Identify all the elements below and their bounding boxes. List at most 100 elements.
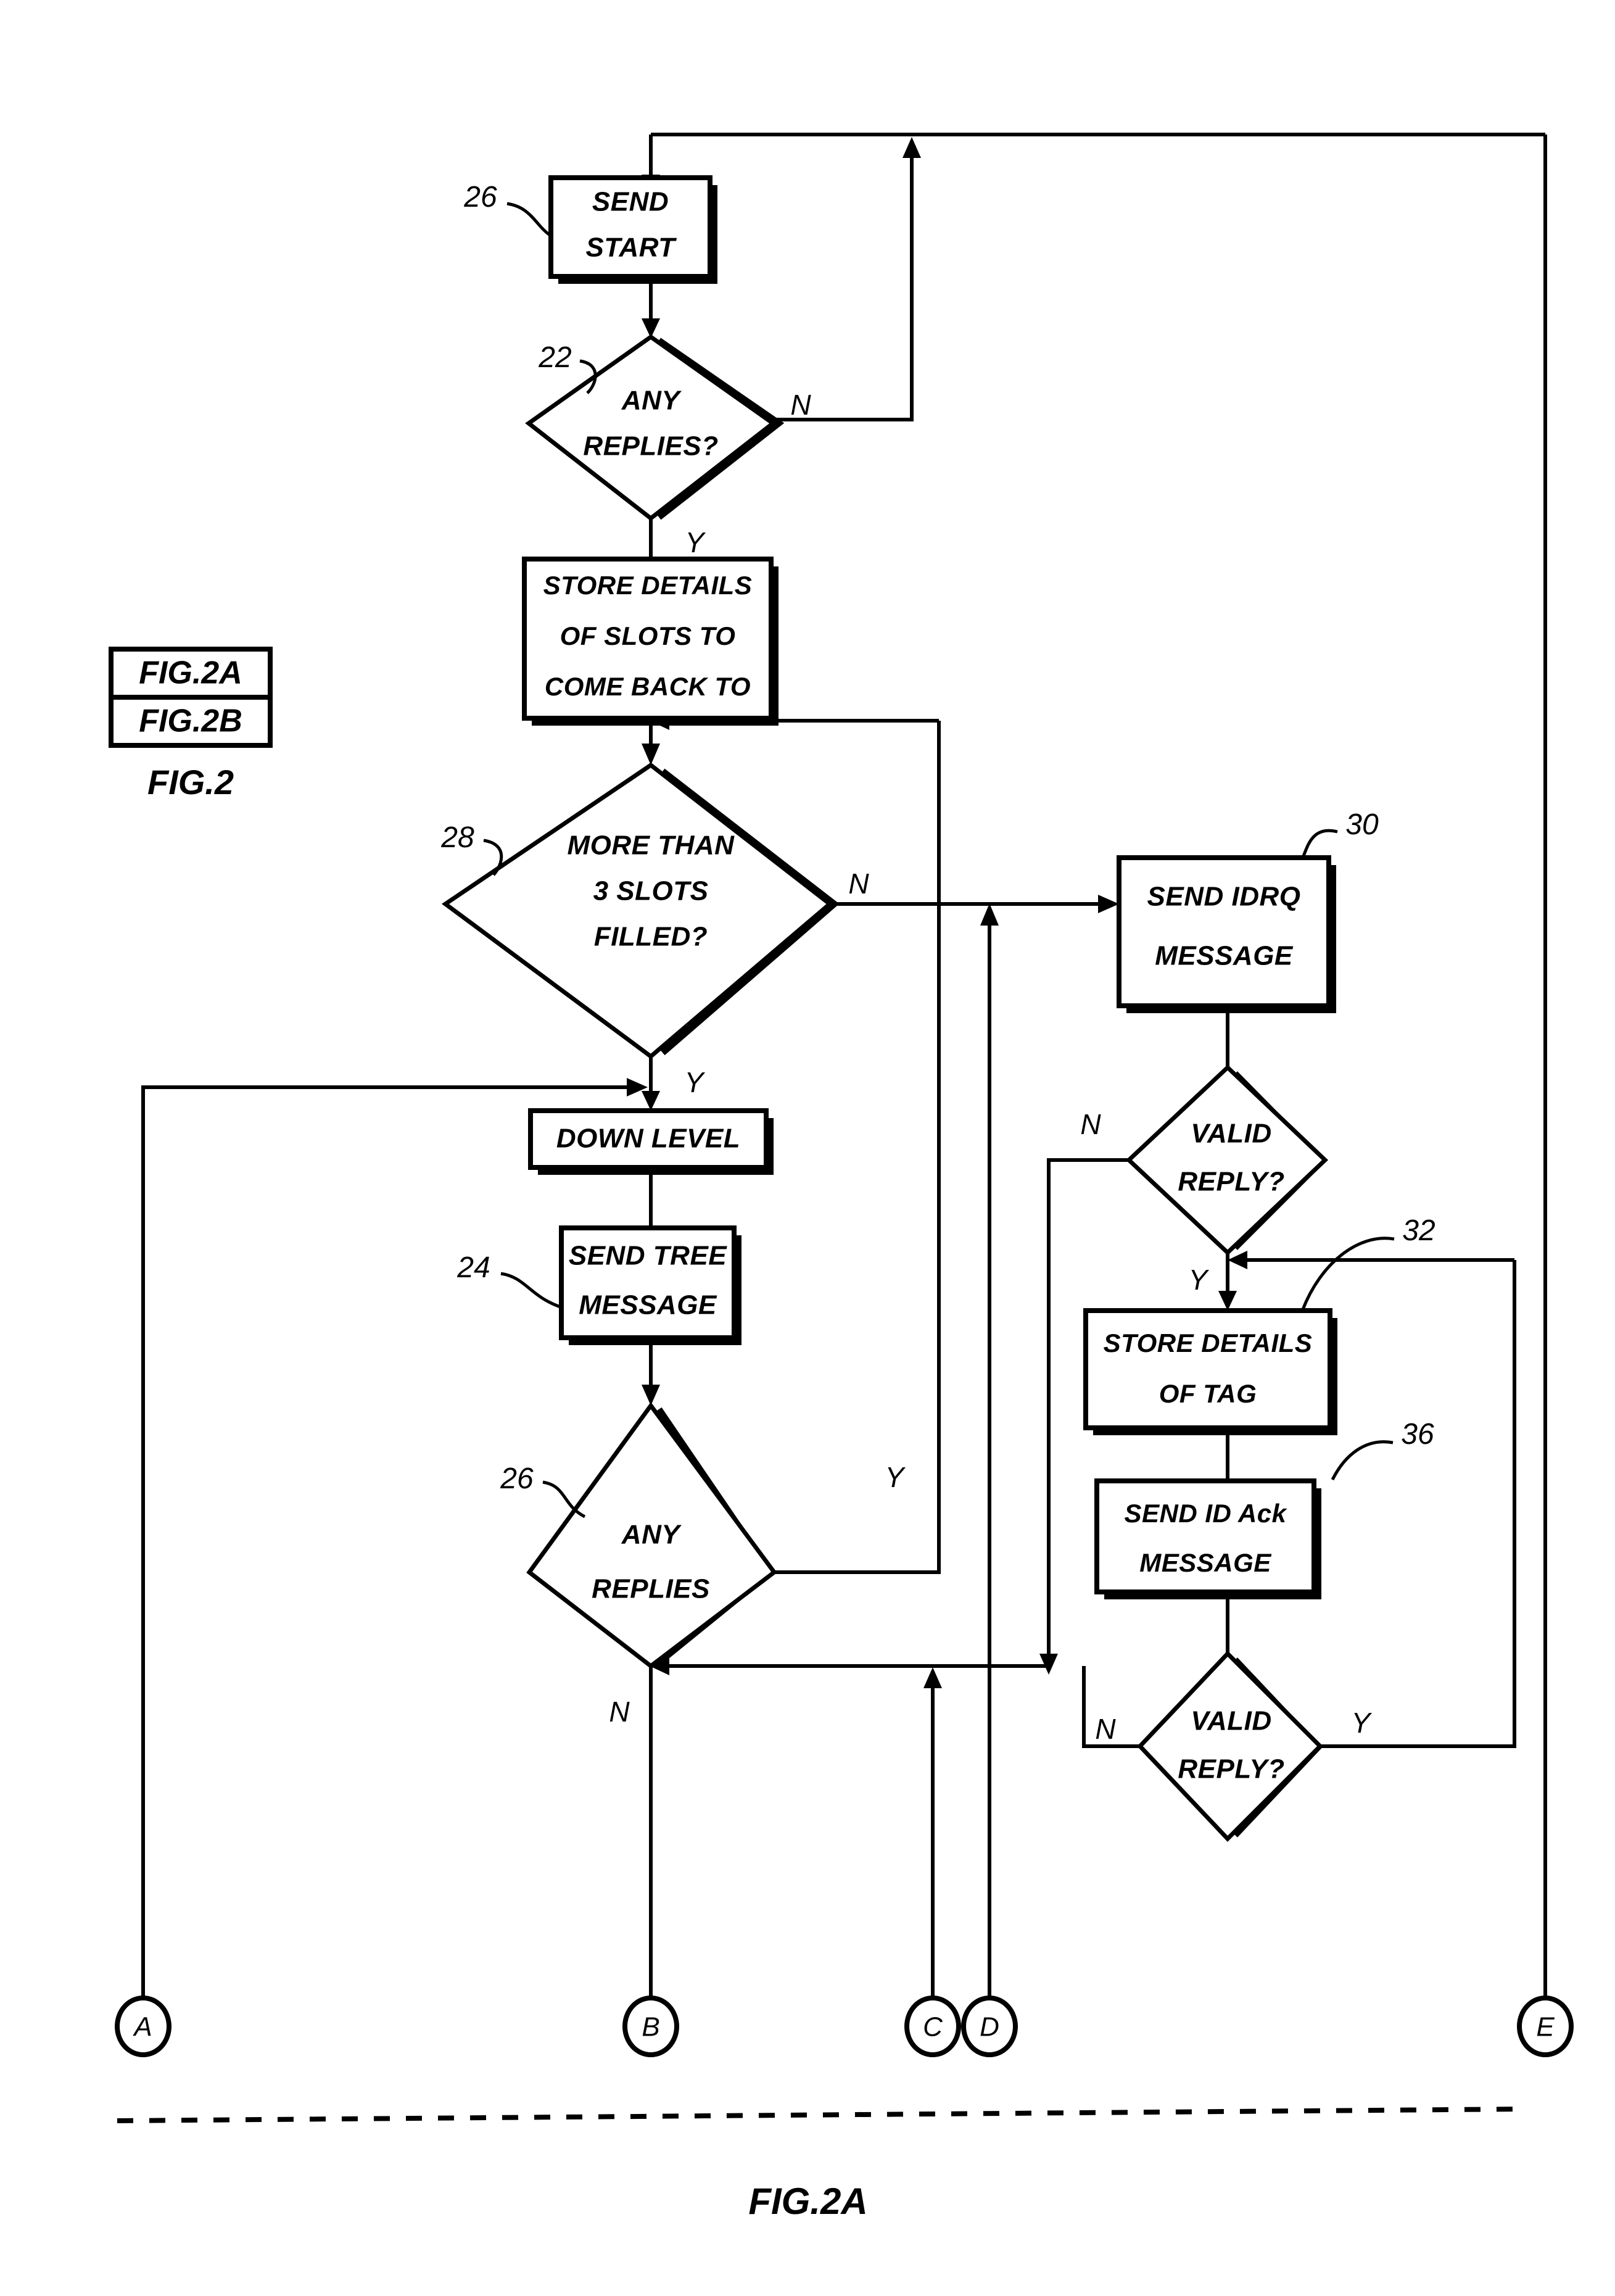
node-store-slots[interactable]: STORE DETAILS OF SLOTS TO COME BACK TO bbox=[522, 557, 779, 726]
flowchart-canvas: SEND START 26 ANY REPLIES? 22 N Y STORE … bbox=[109, 133, 1574, 2222]
node-send-start[interactable]: SEND START bbox=[548, 175, 717, 284]
more-than-3-diamond[interactable] bbox=[441, 762, 833, 1059]
fig-key-caption: FIG.2 bbox=[147, 763, 234, 802]
fig-key-row-2-label: FIG.2B bbox=[139, 703, 242, 739]
store-slots-line-2: OF SLOTS TO bbox=[560, 621, 736, 650]
conn-e-letter: E bbox=[1536, 2012, 1555, 2042]
connector-circle-e[interactable]: E bbox=[1517, 1996, 1574, 2057]
any-replies-2-line-2: REPLIES bbox=[592, 1574, 710, 1604]
sheet-separator bbox=[117, 2107, 1524, 2123]
branch-label-anyreplies-y: Y bbox=[685, 526, 706, 558]
node-store-tag[interactable]: STORE DETAILS OF TAG bbox=[1083, 1308, 1337, 1435]
valid-reply-2-diamond[interactable] bbox=[1137, 1650, 1323, 1842]
ref-numeral-26-lower: 26 bbox=[500, 1462, 534, 1495]
connector-circle-a[interactable]: A bbox=[115, 1996, 171, 2057]
line-anyreplies2-yes bbox=[774, 721, 941, 1574]
leader-36 bbox=[1331, 1440, 1394, 1481]
branch-label-morethan3-n: N bbox=[848, 868, 869, 900]
connector-circle-b[interactable]: B bbox=[622, 1996, 679, 2057]
connector-circle-c[interactable]: C bbox=[904, 1996, 961, 2057]
any-replies-q-line-1: ANY bbox=[621, 386, 682, 416]
store-slots-line-3: COME BACK TO bbox=[545, 672, 751, 701]
valid-reply-2-line-2: REPLY? bbox=[1178, 1754, 1284, 1784]
connector-circle-d[interactable]: D bbox=[961, 1996, 1018, 2057]
node-more-than-3[interactable]: MORE THAN 3 SLOTS FILLED? bbox=[441, 762, 840, 1059]
ref-30: 30 bbox=[1301, 808, 1379, 858]
branch-label-anyreplies-n: N bbox=[790, 389, 811, 421]
fig-key-row-1-label: FIG.2A bbox=[139, 655, 242, 691]
branch-label-validreply2-n: N bbox=[1095, 1713, 1116, 1745]
valid-reply-1-diamond[interactable] bbox=[1125, 1064, 1329, 1256]
branch-label-validreply1-y: Y bbox=[1189, 1264, 1210, 1296]
arrowhead-downlevel-in bbox=[642, 1091, 660, 1111]
figure-key-box: FIG.2A FIG.2B FIG.2 bbox=[109, 647, 273, 802]
ref-numeral-24: 24 bbox=[456, 1251, 490, 1284]
ref-numeral-30: 30 bbox=[1345, 808, 1379, 841]
store-tag-line-1: STORE DETAILS bbox=[1104, 1328, 1313, 1357]
send-idrq-line-1: SEND IDRQ bbox=[1147, 882, 1301, 912]
send-tree-line-1: SEND TREE bbox=[569, 1241, 727, 1271]
ref-24: 24 bbox=[456, 1251, 561, 1309]
ref-numeral-32: 32 bbox=[1402, 1214, 1435, 1247]
arrowhead-return-storetag bbox=[1228, 1251, 1247, 1269]
node-send-tree[interactable]: SEND TREE MESSAGE bbox=[559, 1225, 741, 1345]
leader-24 bbox=[500, 1272, 561, 1309]
conn-c-letter: C bbox=[923, 2012, 943, 2042]
ref-numeral-26-top: 26 bbox=[463, 181, 497, 213]
bottom-figure-caption: FIG.2A bbox=[748, 2181, 867, 2222]
store-tag-line-2: OF TAG bbox=[1159, 1379, 1257, 1408]
branch-label-anyreplies2-n: N bbox=[609, 1696, 630, 1728]
line-validreply2-yes bbox=[1320, 1260, 1516, 1748]
ref-numeral-36: 36 bbox=[1401, 1418, 1434, 1451]
branch-label-anyreplies2-y: Y bbox=[885, 1461, 906, 1493]
leader-26-top bbox=[506, 202, 552, 238]
leader-26-lower bbox=[542, 1480, 586, 1519]
branch-label-morethan3-y: Y bbox=[685, 1066, 706, 1098]
patent-figure-page: SEND START 26 ANY REPLIES? 22 N Y STORE … bbox=[0, 0, 1615, 2296]
valid-reply-2-line-1: VALID bbox=[1191, 1706, 1271, 1736]
ref-numeral-22: 22 bbox=[538, 341, 571, 374]
any-replies-2-line-1: ANY bbox=[621, 1520, 682, 1550]
store-slots-line-1: STORE DETAILS bbox=[543, 571, 753, 600]
valid-reply-1-line-2: REPLY? bbox=[1178, 1167, 1284, 1197]
send-start-line-2: START bbox=[585, 233, 677, 263]
send-tree-line-2: MESSAGE bbox=[579, 1290, 717, 1320]
ref-26-top: 26 bbox=[463, 181, 552, 238]
ref-36: 36 bbox=[1331, 1418, 1434, 1481]
valid-reply-1-line-1: VALID bbox=[1191, 1119, 1271, 1149]
ref-28: 28 bbox=[440, 821, 503, 876]
conn-d-letter: D bbox=[980, 2012, 999, 2042]
node-any-replies-2[interactable]: ANY REPLIES bbox=[526, 1402, 777, 1669]
node-send-idrq[interactable]: SEND IDRQ MESSAGE bbox=[1117, 855, 1336, 1013]
more-than-3-line-3: FILLED? bbox=[594, 922, 708, 952]
drawing-sheet: SEND START 26 ANY REPLIES? 22 N Y STORE … bbox=[0, 0, 1615, 2296]
send-idrq-line-2: MESSAGE bbox=[1155, 941, 1294, 971]
conn-a-letter: A bbox=[132, 2012, 152, 2042]
arrowhead-connector-c bbox=[923, 1667, 942, 1688]
line-anyreplies-no bbox=[773, 148, 914, 421]
arrowhead-anyreplies-no bbox=[903, 137, 921, 158]
flow-connectors bbox=[117, 133, 1547, 2123]
more-than-3-line-1: MORE THAN bbox=[568, 831, 735, 861]
down-level-label: DOWN LEVEL bbox=[556, 1124, 740, 1154]
leader-32 bbox=[1301, 1237, 1395, 1310]
send-idrq-box[interactable] bbox=[1117, 855, 1331, 1008]
any-replies-q-line-2: REPLIES? bbox=[583, 431, 718, 462]
arrowhead-morethan3-in bbox=[642, 744, 660, 765]
send-id-ack-line-2: MESSAGE bbox=[1139, 1548, 1272, 1577]
arrowhead-storetag-in bbox=[1218, 1291, 1237, 1311]
branch-label-validreply2-y: Y bbox=[1352, 1707, 1373, 1739]
node-send-id-ack[interactable]: SEND ID Ack MESSAGE bbox=[1094, 1478, 1321, 1599]
node-valid-reply-2[interactable]: VALID REPLY? bbox=[1137, 1650, 1323, 1842]
branch-label-validreply1-n: N bbox=[1080, 1108, 1101, 1140]
conn-b-letter: B bbox=[642, 2012, 659, 2042]
arrowhead-connector-d bbox=[980, 903, 999, 926]
send-start-line-1: SEND bbox=[592, 187, 669, 217]
node-down-level[interactable]: DOWN LEVEL bbox=[528, 1108, 774, 1175]
ref-numeral-28: 28 bbox=[440, 821, 474, 854]
send-id-ack-line-1: SEND ID Ack bbox=[1124, 1499, 1287, 1528]
node-valid-reply-1[interactable]: VALID REPLY? bbox=[1125, 1064, 1329, 1256]
more-than-3-line-2: 3 SLOTS bbox=[593, 876, 709, 906]
leader-30 bbox=[1301, 829, 1338, 858]
ref-26-lower: 26 bbox=[500, 1462, 586, 1519]
